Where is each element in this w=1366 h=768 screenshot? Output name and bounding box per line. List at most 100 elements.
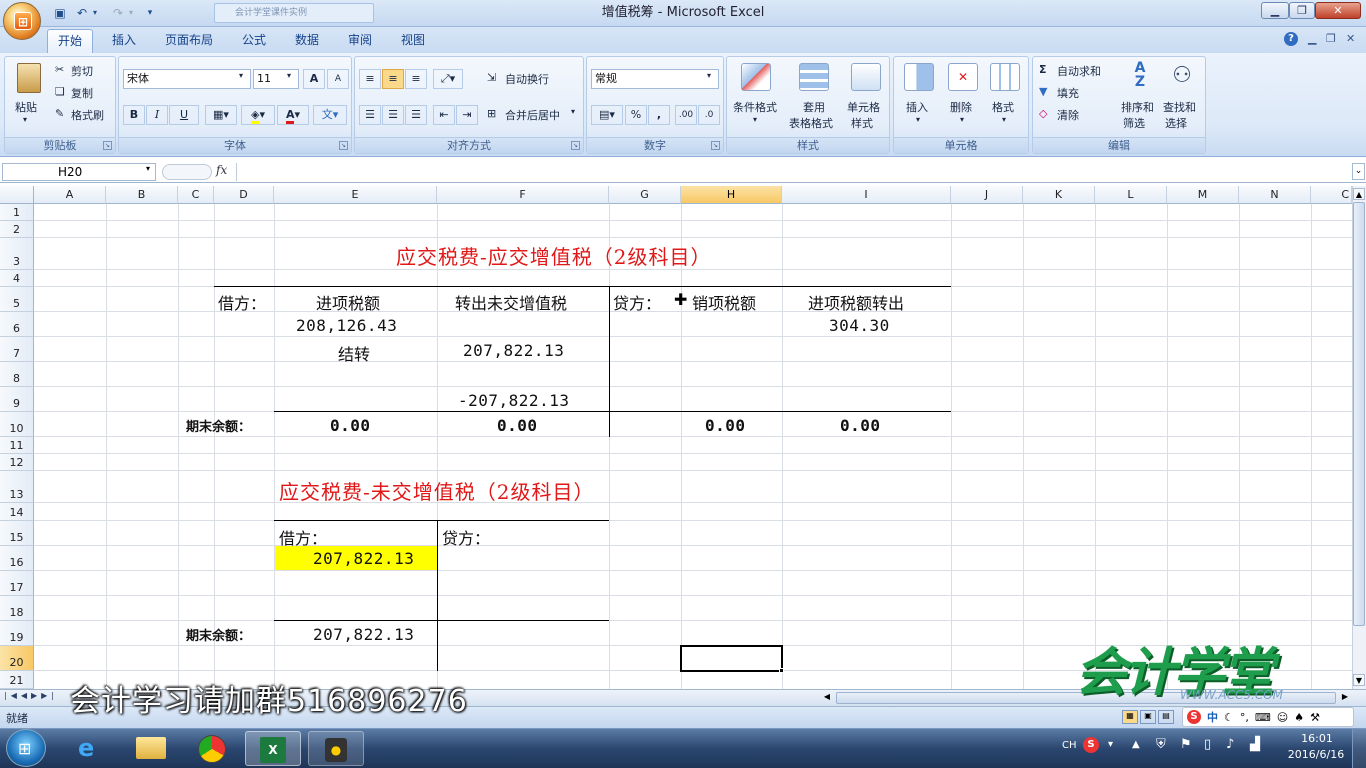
cell-f10[interactable]: 0.00 [497,416,538,435]
underline-button[interactable]: U [169,105,199,125]
delete-cells-button[interactable]: 删除 [950,99,972,115]
border-button[interactable]: ▦▾ [205,105,237,125]
insert-function-icon[interactable]: fx [216,163,227,177]
cell-c19-ending-balance[interactable]: 期末余额： [186,625,251,644]
sort-filter-button[interactable]: 筛选 [1123,115,1145,131]
customize-qat-icon[interactable]: ▾ [144,4,156,22]
formula-expand-handle[interactable] [162,164,212,180]
taskbar-recorder[interactable]: ● [308,731,364,766]
user-icon[interactable]: ☺ [1277,711,1288,724]
show-hidden-icons[interactable]: ▲ [1132,739,1140,750]
comma-button[interactable]: , [648,105,670,125]
align-top-button[interactable]: ≡ [359,69,381,89]
conditional-format-dropdown-icon[interactable]: ▾ [753,115,757,124]
vertical-scroll-thumb[interactable] [1353,202,1365,626]
merge-dropdown-icon[interactable]: ▾ [571,107,575,116]
row-header-1[interactable]: 1 [0,204,34,221]
align-bottom-button[interactable]: ≡ [405,69,427,89]
help-icon[interactable]: ? [1284,32,1298,46]
clock-date[interactable]: 2016/6/16 [1286,748,1346,761]
row-header-5[interactable]: 5 [0,287,34,312]
fill-color-button[interactable]: ◈▾ [241,105,275,125]
column-header-m[interactable]: M [1167,186,1239,204]
shield-icon[interactable]: ⛨ [1156,737,1166,752]
autosum-button[interactable]: 自动求和 [1057,63,1101,79]
row-header-6[interactable]: 6 [0,312,34,337]
select-all-button[interactable] [0,186,34,204]
tab-insert[interactable]: 插入 [102,29,146,53]
title-vat-payable[interactable]: 应交税费-应交增值税（2级科目） [396,241,711,270]
tab-page-layout[interactable]: 页面布局 [155,29,223,53]
row-header-12[interactable]: 12 [0,454,34,471]
row-header-16[interactable]: 16 [0,546,34,571]
bold-button[interactable]: B [123,105,145,125]
volume-icon[interactable]: ♪ [1226,737,1234,752]
show-desktop-button[interactable] [1352,729,1366,768]
increase-indent-button[interactable]: ⇥ [456,105,478,125]
row-header-19[interactable]: 19 [0,621,34,646]
column-header-e[interactable]: E [274,186,437,204]
sogou-ime-icon[interactable]: S [1187,710,1201,724]
column-header-l[interactable]: L [1095,186,1167,204]
active-cell-h20[interactable] [680,645,783,672]
font-size-dropdown-icon[interactable]: ▾ [287,71,291,80]
find-select-label-1[interactable]: 查找和 [1163,99,1196,115]
close-button[interactable]: ✕ [1315,2,1361,19]
formula-bar-expand-icon[interactable]: ⌄ [1352,163,1365,180]
cell-e5-input-tax[interactable]: 进项税额 [316,290,380,314]
clipboard-launcher-icon[interactable]: ↘ [103,141,112,150]
insert-cells-button[interactable]: 插入 [906,99,928,115]
column-header-b[interactable]: B [106,186,178,204]
redo-dropdown-icon[interactable]: ▾ [126,4,136,22]
format-cells-button[interactable]: 格式 [992,99,1014,115]
cell-styles-button[interactable]: 样式 [851,115,873,131]
tools-icon[interactable]: ⚒ [1310,711,1320,724]
tab-review[interactable]: 审阅 [338,29,382,53]
cell-c10-ending-balance[interactable]: 期末余额： [186,416,251,435]
cell-i10[interactable]: 0.00 [840,416,881,435]
tray-sogou-icon[interactable]: S [1083,737,1099,753]
taskbar-explorer[interactable] [124,731,180,766]
fill-button[interactable]: 填充 [1057,85,1079,101]
font-name-dropdown-icon[interactable]: ▾ [239,71,243,80]
minimize-button[interactable]: ▁ [1261,2,1289,19]
format-as-table-label-1[interactable]: 套用 [803,99,825,115]
decrease-indent-button[interactable]: ⇤ [433,105,455,125]
shrink-font-button[interactable]: A [327,69,349,89]
find-select-button[interactable]: 选择 [1165,115,1187,131]
clock-time[interactable]: 16:01 [1295,732,1339,745]
normal-view-icon[interactable]: ▦ [1122,710,1138,724]
row-header-17[interactable]: 17 [0,571,34,596]
merge-center-button[interactable]: 合并后居中 [505,107,560,123]
cell-h5-output-tax[interactable]: 销项税额 [692,290,756,314]
column-header-o[interactable]: C [1311,186,1352,204]
row-header-8[interactable]: 8 [0,362,34,387]
row-header-3[interactable]: 3 [0,238,34,270]
ime-chinese-mode[interactable]: 中 [1207,709,1218,725]
tab-formulas[interactable]: 公式 [232,29,276,53]
undo-dropdown-icon[interactable]: ▾ [90,4,100,22]
taskbar-excel[interactable]: X [245,731,301,766]
row-header-21[interactable]: 21 [0,671,34,689]
column-header-f[interactable]: F [437,186,609,204]
sort-filter-label-1[interactable]: 排序和 [1121,99,1154,115]
align-middle-button[interactable]: ≡ [382,69,404,89]
device-icon[interactable]: ▯ [1204,737,1211,752]
column-header-j[interactable]: J [951,186,1023,204]
decrease-decimal-button[interactable]: .0 [698,105,720,125]
formula-input[interactable] [236,163,1350,181]
copy-button[interactable]: 复制 [71,85,93,101]
cut-button[interactable]: 剪切 [71,63,93,79]
row-header-2[interactable]: 2 [0,221,34,238]
row-header-13[interactable]: 13 [0,471,34,503]
phonetic-button[interactable]: 文▾ [313,105,347,125]
column-header-h[interactable]: H [681,186,782,204]
font-size-select[interactable]: 11 [253,69,299,89]
column-header-i[interactable]: I [782,186,951,204]
page-layout-view-icon[interactable]: ▣ [1140,710,1156,724]
insert-dropdown-icon[interactable]: ▾ [916,115,920,124]
cell-e7[interactable]: 结转 [338,341,370,365]
align-left-button[interactable]: ☰ [359,105,381,125]
cell-e10[interactable]: 0.00 [330,416,371,435]
row-header-20[interactable]: 20 [0,646,34,671]
